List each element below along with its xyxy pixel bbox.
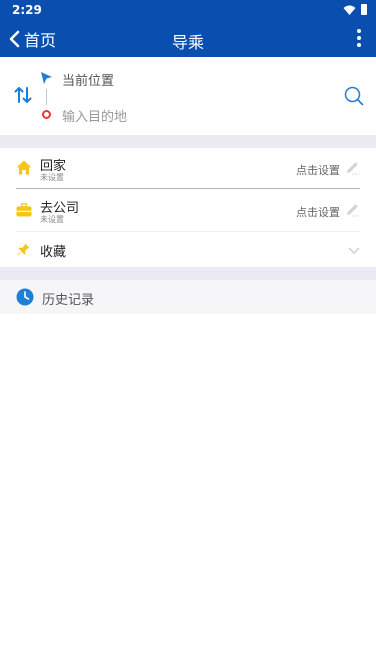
status-time: 2:29 (12, 3, 42, 17)
collection-row[interactable]: 收藏 (0, 232, 376, 267)
home-status: 未设置 (40, 173, 64, 182)
section-gap (0, 267, 376, 280)
clock-icon (16, 288, 34, 306)
more-vert-icon (356, 29, 362, 47)
home-row[interactable]: 回家 未设置 点击设置 (0, 148, 376, 190)
favorites-section: 回家 未设置 点击设置 去公司 未设置 点击设置 收藏 (0, 148, 376, 267)
destination-dot-icon (42, 110, 51, 119)
chevron-down-icon[interactable] (348, 247, 360, 254)
page-title: 导乘 (171, 33, 204, 52)
route-panel: 当前位置 输入目的地 (0, 57, 376, 135)
swap-icon[interactable] (14, 85, 32, 105)
work-row[interactable]: 去公司 未设置 点击设置 (0, 190, 376, 232)
route-connector (46, 89, 47, 105)
battery-icon (361, 4, 367, 15)
home-icon (16, 160, 32, 175)
work-set-button[interactable]: 点击设置 (296, 204, 340, 220)
location-arrow-icon (41, 72, 52, 84)
destination-input[interactable]: 输入目的地 (62, 106, 127, 125)
more-menu-button[interactable] (356, 29, 362, 49)
row-divider (16, 188, 360, 189)
briefcase-icon (16, 203, 32, 217)
pencil-icon[interactable] (345, 202, 360, 217)
current-location-field[interactable]: 当前位置 (62, 70, 114, 89)
search-icon[interactable] (344, 86, 364, 106)
history-label: 历史记录 (42, 293, 95, 308)
status-bar: 2:29 (0, 0, 376, 21)
home-set-button[interactable]: 点击设置 (296, 162, 340, 178)
pencil-icon[interactable] (345, 160, 360, 175)
section-gap (0, 135, 376, 148)
history-row[interactable]: 历史记录 (0, 280, 376, 314)
collection-label: 收藏 (40, 245, 67, 260)
pin-icon (17, 243, 30, 256)
app-bar: 首页 导乘 (0, 21, 376, 57)
wifi-icon (343, 5, 356, 15)
work-status: 未设置 (40, 215, 64, 224)
